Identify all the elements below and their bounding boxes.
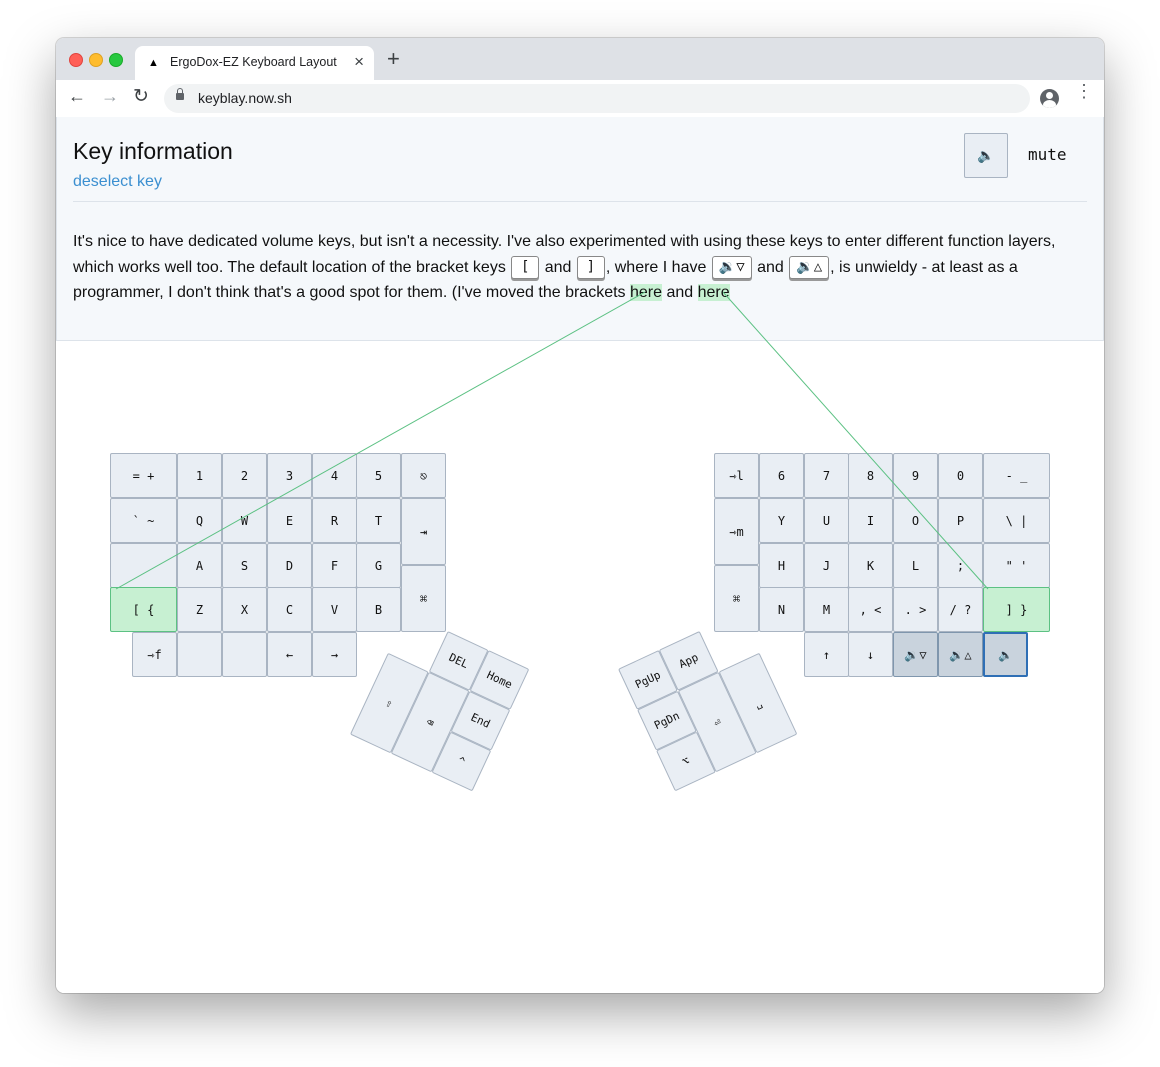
key-close-bracket[interactable]: ] } xyxy=(983,587,1050,632)
close-window-button[interactable] xyxy=(69,53,83,67)
browser-tab[interactable]: ▲ ErgoDox-EZ Keyboard Layout × xyxy=(135,46,374,80)
key-blank-bottom-1[interactable] xyxy=(177,632,222,677)
key-1[interactable]: 1 xyxy=(177,453,222,498)
key-b[interactable]: B xyxy=(356,587,401,632)
key-m[interactable]: M xyxy=(804,587,849,632)
key-x[interactable]: X xyxy=(222,587,267,632)
triangle-favicon-icon: ▲ xyxy=(148,57,159,69)
key-arrow-right[interactable]: → xyxy=(312,632,357,677)
key-blank-home-row[interactable] xyxy=(110,543,177,588)
key-tab[interactable]: ⇥ xyxy=(401,498,446,565)
browser-window: ▲ ErgoDox-EZ Keyboard Layout × + ← → ↻ k… xyxy=(56,38,1104,993)
key-l[interactable]: L xyxy=(893,543,938,588)
key-backslash[interactable]: \ | xyxy=(983,498,1050,543)
key-layer-l[interactable]: ⇾l xyxy=(714,453,759,498)
key-backtick[interactable]: ` ~ xyxy=(110,498,177,543)
key-o[interactable]: O xyxy=(893,498,938,543)
keyboard-layout: = + 1 2 3 4 5 ⎋ ` ~ Q W E R T ⇥ A S D F … xyxy=(56,117,1104,993)
key-open-bracket[interactable]: [ { xyxy=(110,587,177,632)
tab-title: ErgoDox-EZ Keyboard Layout xyxy=(170,55,337,69)
key-comma[interactable]: , < xyxy=(848,587,893,632)
key-h[interactable]: H xyxy=(759,543,804,588)
forward-arrow-icon[interactable]: → xyxy=(101,86,119,107)
key-2[interactable]: 2 xyxy=(222,453,267,498)
key-volume-down[interactable]: 🔉▽ xyxy=(893,632,938,677)
key-p[interactable]: P xyxy=(938,498,983,543)
key-semicolon[interactable]: ; xyxy=(938,543,983,588)
address-bar[interactable]: keyblay.now.sh ☆ xyxy=(164,84,1030,113)
key-c[interactable]: C xyxy=(267,587,312,632)
key-period[interactable]: . > xyxy=(893,587,938,632)
browser-toolbar: ← → ↻ keyblay.now.sh ☆ ⋮ xyxy=(56,80,1104,118)
url-text[interactable]: keyblay.now.sh xyxy=(198,90,292,106)
page-content: Key information deselect key 🔈 mute It's… xyxy=(56,117,1104,993)
key-slash[interactable]: / ? xyxy=(938,587,983,632)
key-d[interactable]: D xyxy=(267,543,312,588)
key-e[interactable]: E xyxy=(267,498,312,543)
key-layer-f[interactable]: ⇾f xyxy=(132,632,177,677)
key-minus[interactable]: - _ xyxy=(983,453,1050,498)
key-mute-selected[interactable]: 🔈 xyxy=(983,632,1028,677)
key-arrow-down[interactable]: ↓ xyxy=(848,632,893,677)
minimize-window-button[interactable] xyxy=(89,53,103,67)
reload-icon[interactable]: ↻ xyxy=(133,85,149,108)
key-w[interactable]: W xyxy=(222,498,267,543)
key-k[interactable]: K xyxy=(848,543,893,588)
key-quote[interactable]: " ' xyxy=(983,543,1050,588)
key-arrow-left[interactable]: ← xyxy=(267,632,312,677)
key-9[interactable]: 9 xyxy=(893,453,938,498)
key-volume-up[interactable]: 🔉△ xyxy=(938,632,983,677)
key-f[interactable]: F xyxy=(312,543,357,588)
profile-avatar-icon[interactable] xyxy=(1040,89,1059,108)
key-u[interactable]: U xyxy=(804,498,849,543)
menu-kebab-icon[interactable]: ⋮ xyxy=(1075,82,1093,100)
key-a[interactable]: A xyxy=(177,543,222,588)
key-g[interactable]: G xyxy=(356,543,401,588)
key-q[interactable]: Q xyxy=(177,498,222,543)
key-4[interactable]: 4 xyxy=(312,453,357,498)
tab-bar: ▲ ErgoDox-EZ Keyboard Layout × + xyxy=(56,38,1104,80)
tab-close-icon[interactable]: × xyxy=(354,52,364,72)
key-6[interactable]: 6 xyxy=(759,453,804,498)
left-thumb-cluster: DEL Home End ⇧ ⌫ ^ xyxy=(349,612,530,792)
new-tab-button[interactable]: + xyxy=(387,48,400,70)
key-8[interactable]: 8 xyxy=(848,453,893,498)
key-z[interactable]: Z xyxy=(177,587,222,632)
key-5[interactable]: 5 xyxy=(356,453,401,498)
key-arrow-up[interactable]: ↑ xyxy=(804,632,849,677)
maximize-window-button[interactable] xyxy=(109,53,123,67)
key-j[interactable]: J xyxy=(804,543,849,588)
back-arrow-icon[interactable]: ← xyxy=(68,86,86,107)
key-s[interactable]: S xyxy=(222,543,267,588)
key-n[interactable]: N xyxy=(759,587,804,632)
lock-icon xyxy=(176,88,184,100)
right-thumb-cluster: PgUp App PgDn ⏎ ␣ ⌥ xyxy=(618,612,798,792)
key-0[interactable]: 0 xyxy=(938,453,983,498)
key-layer-m[interactable]: ⇾m xyxy=(714,498,759,565)
key-escape[interactable]: ⎋ xyxy=(401,453,446,498)
key-equals[interactable]: = + xyxy=(110,453,177,498)
key-i[interactable]: I xyxy=(848,498,893,543)
key-7[interactable]: 7 xyxy=(804,453,849,498)
key-3[interactable]: 3 xyxy=(267,453,312,498)
key-blank-bottom-2[interactable] xyxy=(222,632,267,677)
key-t[interactable]: T xyxy=(356,498,401,543)
key-y[interactable]: Y xyxy=(759,498,804,543)
key-v[interactable]: V xyxy=(312,587,357,632)
key-r[interactable]: R xyxy=(312,498,357,543)
